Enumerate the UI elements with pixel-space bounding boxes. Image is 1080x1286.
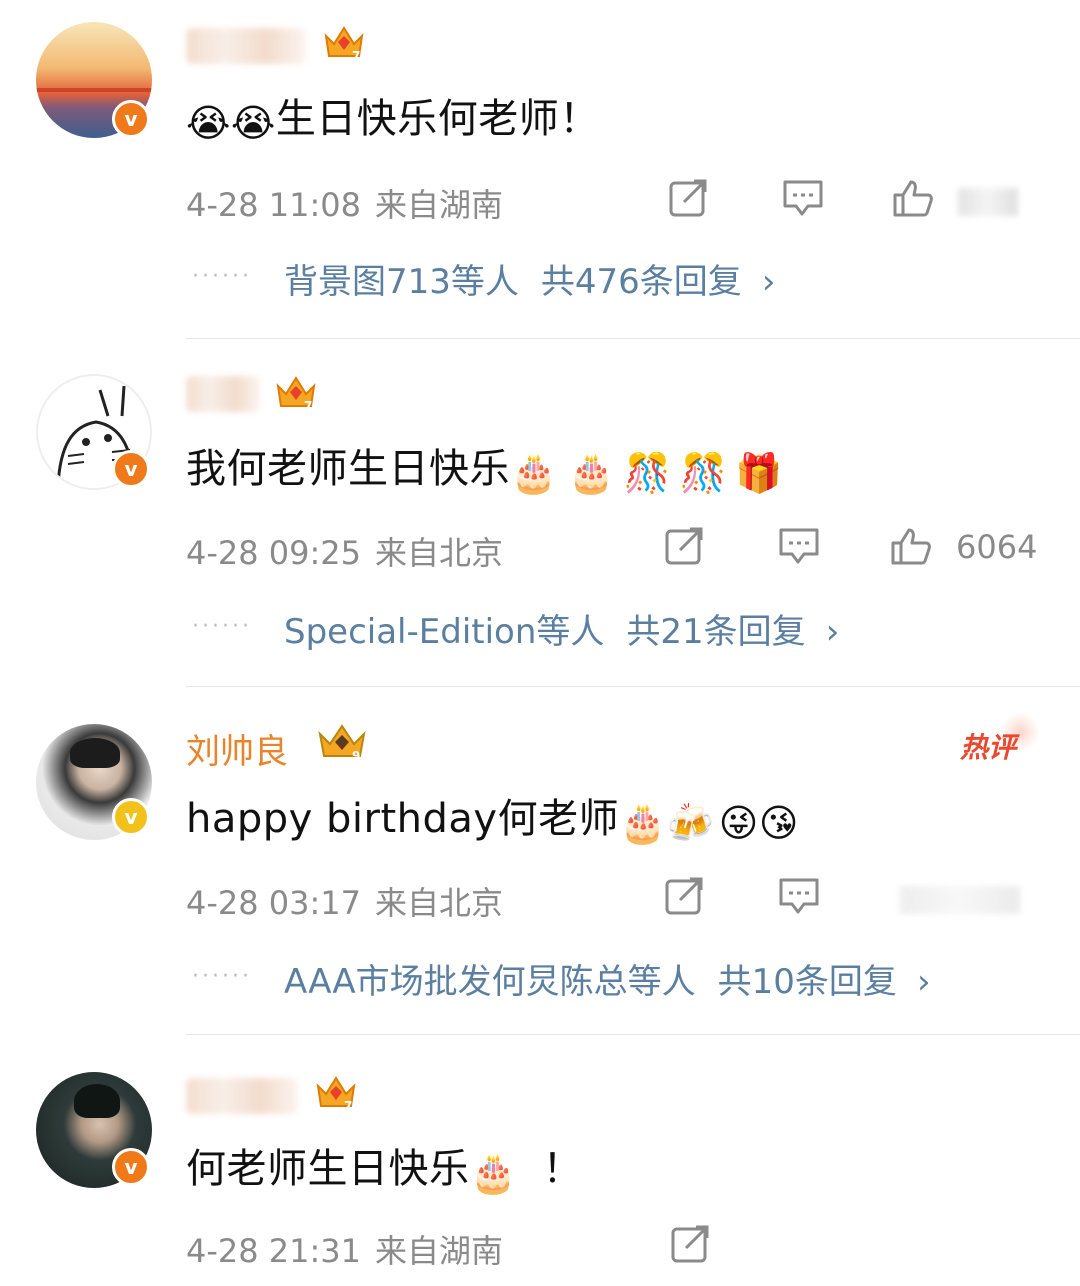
- username[interactable]: 刘帅良: [186, 724, 288, 773]
- crown-icon: 7: [316, 1076, 356, 1112]
- comment-item: v 刘帅良 9 热评 happy birthday何老师🎂🍻 😜😘 4-28 03…: [0, 688, 1080, 1034]
- reply-total: 共10条回复: [717, 962, 897, 1002]
- comment-text: 何老师生日快乐🎂 ！: [186, 1136, 583, 1196]
- reply-dots: ······: [192, 964, 252, 989]
- timestamp: 4-28 21:31: [186, 1232, 362, 1270]
- comment-meta: 4-28 21:31 来自湖南: [186, 1226, 503, 1272]
- reply-users: 背景图713等人: [284, 262, 519, 302]
- chevron-right-icon: ›: [761, 262, 776, 302]
- comment-trail-text: ！: [529, 1146, 584, 1192]
- comment-icon[interactable]: [778, 876, 820, 916]
- emoji: 😭: [230, 101, 276, 145]
- timestamp: 4-28 03:17: [186, 884, 362, 922]
- reply-total: 共476条回复: [540, 262, 742, 302]
- emoji: 😭: [186, 101, 231, 145]
- reply-dots: ······: [192, 614, 252, 639]
- divider: [186, 686, 1080, 687]
- location: 来自湖南: [375, 1232, 504, 1270]
- verified-v-icon: v: [112, 100, 150, 138]
- emoji: 🍻: [666, 801, 715, 845]
- location: 来自北京: [375, 534, 504, 572]
- hot-comment-badge: 热评: [960, 731, 1017, 764]
- comment-item: v 7 😭😭生日快乐何老师！ 4-28 11:08 来自湖南 ······ 背景图…: [0, 0, 1080, 336]
- like-count: 6064: [956, 528, 1038, 566]
- repost-icon[interactable]: [670, 1224, 712, 1264]
- verified-v-icon: v: [112, 798, 150, 836]
- emoji: 😜: [718, 801, 759, 845]
- comment-meta: 4-28 09:25 来自北京: [186, 528, 503, 574]
- repost-icon[interactable]: [664, 526, 706, 566]
- emoji: 🎂: [469, 1151, 518, 1195]
- emoji: 🎊: [623, 451, 672, 495]
- emoji: 🎁: [735, 451, 784, 495]
- timestamp: 4-28 09:25: [186, 534, 362, 572]
- crown-icon: 7: [324, 26, 364, 62]
- emoji: 🎂: [510, 451, 558, 495]
- divider: [186, 338, 1080, 339]
- location: 来自湖南: [375, 186, 504, 224]
- comment-meta: 4-28 03:17 来自北京: [186, 878, 503, 924]
- username-blurred[interactable]: [186, 376, 260, 412]
- timestamp: 4-28 11:08: [186, 186, 362, 224]
- username-blurred[interactable]: [186, 28, 306, 64]
- comment-icon[interactable]: [778, 526, 820, 566]
- svg-text:7: 7: [344, 1099, 352, 1112]
- username-blurred[interactable]: [186, 1078, 298, 1114]
- repost-icon[interactable]: [664, 876, 706, 916]
- comment-text: 我何老师生日快乐🎂 🎂 🎊 🎊 🎁: [186, 436, 783, 496]
- crown-icon: 7: [276, 376, 316, 412]
- divider: [186, 1034, 1080, 1035]
- location: 来自北京: [375, 884, 504, 922]
- reply-users: AAA市场批发何炅陈总等人: [284, 962, 696, 1002]
- like-count-blurred: [958, 188, 1018, 216]
- repost-icon[interactable]: [668, 178, 710, 218]
- comment-item: v 7 我何老师生日快乐🎂 🎂 🎊 🎊 🎁 4-28 09:25 来自北京 6064 ··…: [0, 340, 1080, 686]
- like-icon[interactable]: [892, 178, 934, 218]
- like-area-blurred: [900, 886, 1020, 914]
- emoji: 🎂: [619, 801, 667, 845]
- reply-dots: ······: [192, 264, 252, 289]
- verified-v-icon: v: [112, 450, 150, 488]
- svg-text:7: 7: [304, 399, 312, 412]
- reply-summary-link[interactable]: Special-Edition等人 共21条回复 ›: [284, 604, 839, 653]
- chevron-right-icon: ›: [916, 962, 931, 1002]
- emoji: 😘: [758, 801, 799, 845]
- verified-v-icon: v: [112, 1148, 150, 1186]
- crown-icon: 9: [318, 724, 366, 762]
- reply-users: Special-Edition等人: [284, 612, 605, 652]
- comment-item: v 7 何老师生日快乐🎂 ！ 4-28 21:31 来自湖南: [0, 1036, 1080, 1286]
- comment-content: happy birthday何老师: [186, 796, 620, 842]
- like-icon[interactable]: [890, 526, 932, 566]
- emoji: 🎂: [567, 451, 616, 495]
- comment-meta: 4-28 11:08 来自湖南: [186, 180, 503, 226]
- svg-text:9: 9: [352, 749, 360, 762]
- comment-icon[interactable]: [782, 178, 824, 218]
- comment-content: 生日快乐何老师！: [275, 96, 600, 142]
- comment-text: happy birthday何老师🎂🍻 😜😘: [186, 786, 799, 846]
- reply-summary-link[interactable]: AAA市场批发何炅陈总等人 共10条回复 ›: [284, 954, 931, 1003]
- comment-content: 我何老师生日快乐: [186, 446, 510, 492]
- reply-summary-link[interactable]: 背景图713等人 共476条回复 ›: [284, 254, 775, 303]
- emoji: 🎊: [679, 451, 728, 495]
- comment-content: 何老师生日快乐: [186, 1146, 470, 1192]
- reply-total: 共21条回复: [626, 612, 806, 652]
- chevron-right-icon: ›: [825, 612, 840, 652]
- comment-text: 😭😭生日快乐何老师！: [186, 86, 600, 145]
- svg-text:7: 7: [352, 49, 360, 62]
